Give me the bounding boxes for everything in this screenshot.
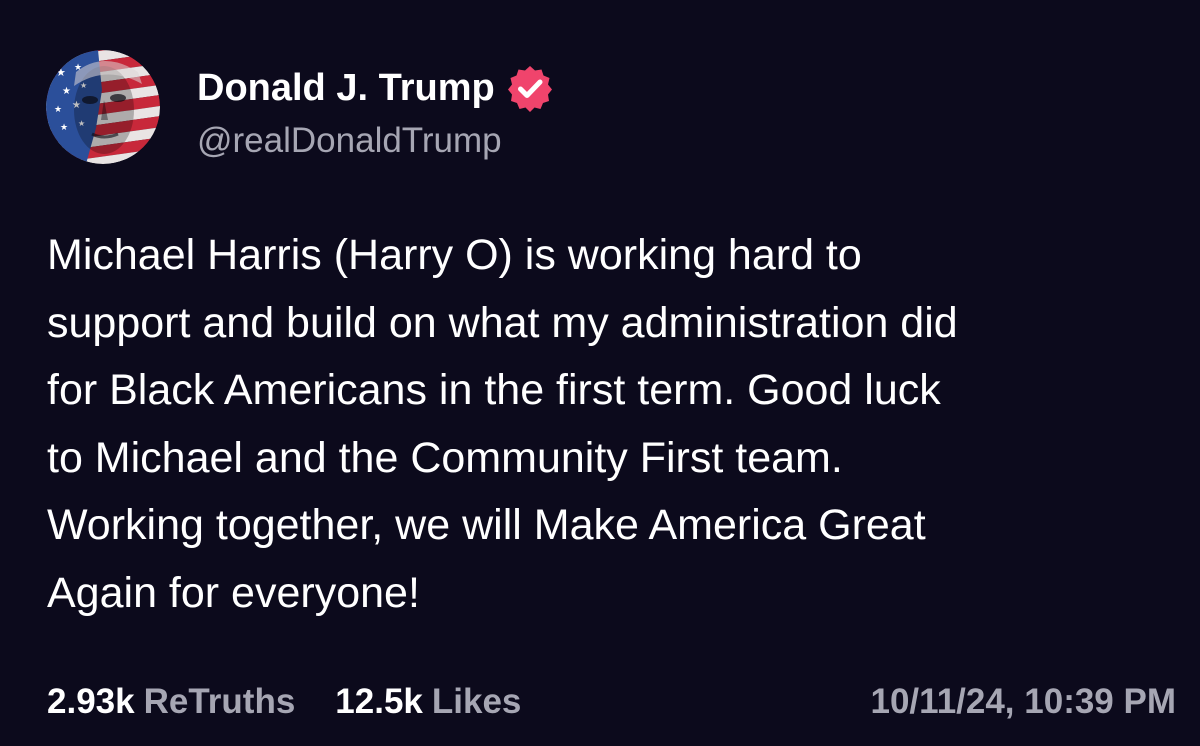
retruths-stat[interactable]: 2.93k ReTruths bbox=[47, 682, 295, 722]
likes-stat[interactable]: 12.5k Likes bbox=[335, 682, 521, 722]
svg-text:★: ★ bbox=[60, 123, 68, 133]
post-card: ★ ★ ★ ★ ★ ★ ★ ★ Donald J. Trump @realDon… bbox=[0, 0, 1200, 746]
author-name-row: Donald J. Trump bbox=[197, 62, 555, 114]
svg-text:★: ★ bbox=[62, 86, 71, 97]
svg-text:★: ★ bbox=[54, 105, 62, 115]
retruths-label: ReTruths bbox=[143, 682, 296, 721]
post-stats: 2.93k ReTruths 12.5k Likes bbox=[47, 682, 521, 722]
retruths-count: 2.93k bbox=[47, 682, 135, 721]
author-avatar[interactable]: ★ ★ ★ ★ ★ ★ ★ ★ bbox=[46, 50, 160, 164]
post-timestamp: 10/11/24, 10:39 PM bbox=[870, 682, 1177, 721]
likes-count: 12.5k bbox=[335, 682, 423, 721]
svg-text:★: ★ bbox=[56, 66, 66, 79]
likes-label: Likes bbox=[431, 682, 522, 721]
author-display-name[interactable]: Donald J. Trump bbox=[197, 67, 495, 110]
verified-badge-icon bbox=[505, 63, 555, 113]
flag-portrait-avatar: ★ ★ ★ ★ ★ ★ ★ ★ bbox=[46, 50, 160, 164]
author-handle[interactable]: @realDonaldTrump bbox=[197, 121, 502, 161]
post-text: Michael Harris (Harry O) is working hard… bbox=[47, 231, 958, 617]
